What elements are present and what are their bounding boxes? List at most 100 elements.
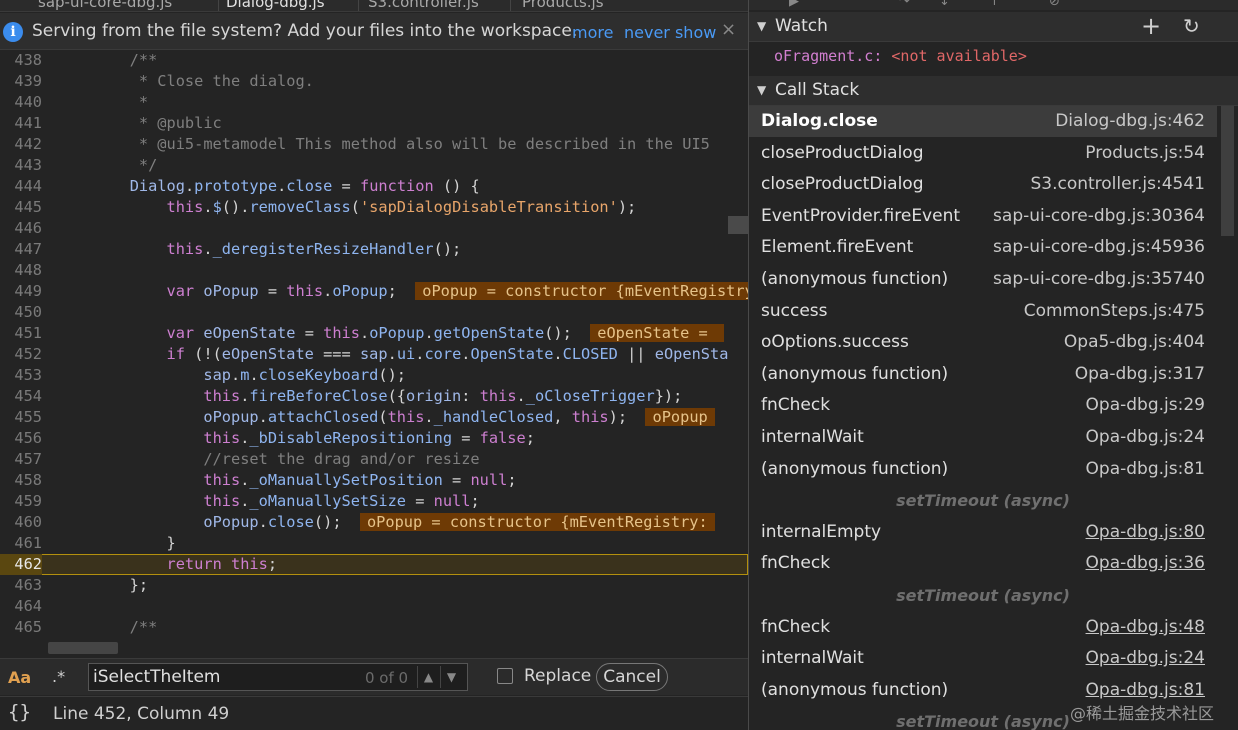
code-line[interactable]: 449 var oPopup = this.oPopup; oPopup = c… — [0, 281, 748, 302]
tab-s3-controller[interactable]: S3.controller.js — [368, 0, 479, 11]
code-line[interactable]: 454 this.fireBeforeClose({origin: this._… — [0, 386, 748, 407]
infobar-never-show-link[interactable]: never show — [624, 23, 716, 42]
line-number[interactable]: 440 — [0, 92, 42, 113]
frame-location-link[interactable]: Opa-dbg.js:36 — [1086, 553, 1205, 573]
frame-location-link[interactable]: Opa-dbg.js:317 — [1075, 364, 1205, 384]
line-number[interactable]: 459 — [0, 491, 42, 512]
line-number[interactable]: 457 — [0, 449, 42, 470]
line-number[interactable]: 461 — [0, 533, 42, 554]
line-number[interactable]: 456 — [0, 428, 42, 449]
frame-location-link[interactable]: Opa-dbg.js:29 — [1086, 395, 1205, 415]
code-line[interactable]: 453 sap.m.closeKeyboard(); — [0, 365, 748, 386]
refresh-icon[interactable]: ↻ — [1183, 14, 1200, 38]
code-line[interactable]: 440 * — [0, 92, 748, 113]
line-number[interactable]: 452 — [0, 344, 42, 365]
line-number[interactable]: 451 — [0, 323, 42, 344]
callstack-frame[interactable]: fnCheck Opa-dbg.js:48 — [749, 612, 1217, 643]
callstack-frame[interactable]: oOptions.success Opa5-dbg.js:404 — [749, 327, 1217, 358]
code-line[interactable]: 465 /** — [0, 617, 748, 638]
callstack-frame[interactable]: success CommonSteps.js:475 — [749, 296, 1217, 327]
next-match-button[interactable]: ▼ — [440, 666, 462, 688]
line-number[interactable]: 460 — [0, 512, 42, 533]
code-line[interactable]: 451 var eOpenState = this.oPopup.getOpen… — [0, 323, 748, 344]
frame-location-link[interactable]: Opa-dbg.js:24 — [1086, 427, 1205, 447]
code-line[interactable]: 446 — [0, 218, 748, 239]
line-number[interactable]: 443 — [0, 155, 42, 176]
callstack-frame[interactable]: internalWait Opa-dbg.js:24 — [749, 422, 1217, 453]
callstack-frame[interactable]: closeProductDialog S3.controller.js:4541 — [749, 169, 1217, 200]
deactivate-breakpoints-icon[interactable]: ⊘ — [1049, 0, 1060, 9]
line-number[interactable]: 447 — [0, 239, 42, 260]
frame-location-link[interactable]: Opa-dbg.js:80 — [1086, 522, 1205, 542]
sidebar-scrollbar[interactable] — [1217, 106, 1238, 730]
frame-location-link[interactable]: Dialog-dbg.js:462 — [1055, 111, 1205, 131]
vertical-scrollbar-thumb[interactable] — [728, 216, 748, 234]
step-into-icon[interactable]: ↓ — [939, 0, 950, 9]
line-number[interactable]: 444 — [0, 176, 42, 197]
code-line[interactable]: 445 this.$().removeClass('sapDialogDisab… — [0, 197, 748, 218]
infobar-more-link[interactable]: more — [572, 23, 613, 42]
search-input[interactable] — [93, 667, 353, 687]
callstack-section-header[interactable]: ▼ Call Stack — [749, 76, 1238, 106]
line-number[interactable]: 455 — [0, 407, 42, 428]
regex-toggle[interactable]: .* — [52, 667, 65, 686]
code-line[interactable]: 438 /** — [0, 50, 748, 71]
frame-location-link[interactable]: Opa-dbg.js:81 — [1086, 459, 1205, 479]
code-line[interactable]: 439 * Close the dialog. — [0, 71, 748, 92]
previous-match-button[interactable]: ▲ — [417, 666, 439, 688]
frame-location-link[interactable]: CommonSteps.js:475 — [1024, 301, 1205, 321]
line-number[interactable]: 439 — [0, 71, 42, 92]
line-number[interactable]: 450 — [0, 302, 42, 323]
frame-location-link[interactable]: Opa-dbg.js:81 — [1086, 680, 1205, 700]
code-line[interactable]: 452 if (!(eOpenState === sap.ui.core.Ope… — [0, 344, 748, 365]
callstack-frame[interactable]: internalEmpty Opa-dbg.js:80 — [749, 517, 1217, 548]
line-number[interactable]: 463 — [0, 575, 42, 596]
callstack-frame[interactable]: fnCheck Opa-dbg.js:29 — [749, 390, 1217, 421]
tab-products[interactable]: Products.js — [522, 0, 604, 11]
watch-section-header[interactable]: ▼ Watch + ↻ — [749, 12, 1238, 42]
line-number[interactable]: 458 — [0, 470, 42, 491]
line-number[interactable]: 464 — [0, 596, 42, 617]
code-line[interactable]: 441 * @public — [0, 113, 748, 134]
code-line[interactable]: 455 oPopup.attachClosed(this._handleClos… — [0, 407, 748, 428]
line-number[interactable]: 438 — [0, 50, 42, 71]
horizontal-scrollbar[interactable] — [44, 638, 748, 658]
line-number[interactable]: 453 — [0, 365, 42, 386]
horizontal-scrollbar-thumb[interactable] — [48, 642, 118, 654]
code-line[interactable]: 442 * @ui5-metamodel This method also wi… — [0, 134, 748, 155]
code-line[interactable]: 447 this._deregisterResizeHandler(); — [0, 239, 748, 260]
callstack-frame[interactable]: (anonymous function) sap-ui-core-dbg.js:3… — [749, 264, 1217, 295]
close-icon[interactable]: × — [721, 19, 736, 40]
code-line[interactable]: 443 */ — [0, 155, 748, 176]
line-number[interactable]: 446 — [0, 218, 42, 239]
frame-location-link[interactable]: Opa-dbg.js:24 — [1086, 648, 1205, 668]
callstack-frame[interactable]: fnCheck Opa-dbg.js:36 — [749, 548, 1217, 579]
frame-location-link[interactable]: Opa5-dbg.js:404 — [1064, 332, 1205, 352]
line-number[interactable]: 465 — [0, 617, 42, 638]
code-line[interactable]: 458 this._oManuallySetPosition = null; — [0, 470, 748, 491]
frame-location-link[interactable]: sap-ui-core-dbg.js:35740 — [993, 269, 1205, 289]
code-line[interactable]: 450 — [0, 302, 748, 323]
line-number[interactable]: 448 — [0, 260, 42, 281]
frame-location-link[interactable]: sap-ui-core-dbg.js:30364 — [993, 206, 1205, 226]
line-number[interactable]: 449 — [0, 281, 42, 302]
line-number[interactable]: 441 — [0, 113, 42, 134]
frame-location-link[interactable]: S3.controller.js:4541 — [1030, 174, 1205, 194]
frame-location-link[interactable]: sap-ui-core-dbg.js:45936 — [993, 237, 1205, 257]
line-number[interactable]: 454 — [0, 386, 42, 407]
code-line[interactable]: 464 — [0, 596, 748, 617]
code-line[interactable]: 448 — [0, 260, 748, 281]
code-view[interactable]: 438 /** 439 * Close the dialog. 440 * 441 *… — [0, 50, 748, 638]
tab-sap-ui-core[interactable]: sap-ui-core-dbg.js — [38, 0, 172, 11]
code-line[interactable]: 461 } — [0, 533, 748, 554]
add-expression-icon[interactable]: + — [1141, 12, 1161, 40]
pretty-print-button[interactable]: {} — [8, 701, 31, 723]
frame-location-link[interactable]: Opa-dbg.js:48 — [1086, 617, 1205, 637]
callstack-frame-selected[interactable]: Dialog.close Dialog-dbg.js:462 — [749, 106, 1217, 137]
tab-dialog-dbg[interactable]: Dialog-dbg.js — [226, 0, 325, 11]
callstack-frame[interactable]: EventProvider.fireEvent sap-ui-core-dbg.j… — [749, 201, 1217, 232]
frame-location-link[interactable]: Products.js:54 — [1085, 143, 1205, 163]
sidebar-scrollbar-thumb[interactable] — [1221, 106, 1234, 236]
callstack-frame[interactable]: internalWait Opa-dbg.js:24 — [749, 643, 1217, 674]
code-line[interactable]: 456 this._bDisableRepositioning = false; — [0, 428, 748, 449]
